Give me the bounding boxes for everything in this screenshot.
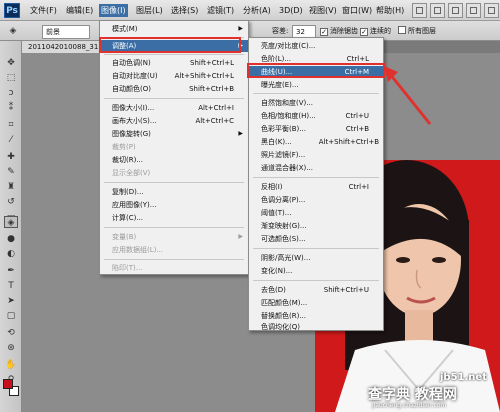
menu-layer[interactable]: 图层(L) (136, 4, 163, 17)
menu-item-photo-filter[interactable]: 照片滤镜(F)... (249, 149, 383, 161)
path-select-icon[interactable]: ➤ (4, 295, 18, 307)
curves-highlight-box (247, 63, 385, 78)
photoshop-logo: Ps (4, 3, 20, 18)
menu-item-brightness-contrast[interactable]: 亮度/对比度(C)... (249, 40, 383, 52)
contiguous-label: 连续的 (370, 27, 391, 35)
foreground-color-swatch[interactable] (3, 379, 13, 389)
menu-bar: Ps 文件(F) 编辑(E) 图像(I) 图层(L) 选择(S) 滤镜(T) 分… (0, 0, 500, 21)
mini-bridge-button[interactable] (430, 3, 445, 18)
magic-wand-icon[interactable]: ⁑ (4, 102, 18, 114)
contiguous-checkbox[interactable]: ✓ 连续的 (360, 25, 391, 37)
lasso-tool-icon[interactable]: ↄ (4, 87, 18, 99)
history-brush-icon[interactable]: ↺ (4, 196, 18, 208)
marquee-tool-icon[interactable]: ⬚ (4, 72, 18, 84)
menu-analysis[interactable]: 分析(A) (243, 4, 271, 17)
menu-item-auto-tone[interactable]: 自动色调(N) Shift+Ctrl+L (100, 57, 248, 69)
bridge-button[interactable] (412, 3, 427, 18)
all-layers-checkbox[interactable]: 所有图层 (398, 25, 436, 37)
menu-item-image-rotation[interactable]: 图像旋转(G) ▶ (100, 128, 248, 140)
menu-image[interactable]: 图像(I) (99, 4, 128, 17)
hand-tool-icon[interactable]: ✋ (4, 359, 18, 371)
menu-file[interactable]: 文件(F) (30, 4, 57, 17)
menu-item-crop: 裁剪(P) (112, 143, 136, 151)
crop-tool-icon[interactable]: ⌗ (4, 119, 18, 131)
menu-item-channel-mixer[interactable]: 通道混合器(X)... (249, 162, 383, 174)
menu-item-vibrance[interactable]: 自然饱和度(V)... (249, 97, 383, 109)
menu-window[interactable]: 窗口(W) (342, 4, 372, 17)
3d-rotate-icon[interactable]: ⟲ (4, 327, 18, 339)
menu-item-trap: 陷印(T)... (112, 264, 143, 272)
checkmark-icon: ✓ (360, 28, 368, 36)
menu-filter[interactable]: 滤镜(T) (207, 4, 234, 17)
menu-item-hue-saturation[interactable]: 色相/饱和度(H)... Ctrl+U (249, 110, 383, 122)
watermark-text: 查字典 教程网 (368, 387, 457, 403)
menu-item-selective-color[interactable]: 可选颜色(S)... (249, 233, 383, 245)
menu-item-invert[interactable]: 反相(I) Ctrl+I (249, 181, 383, 193)
type-tool-icon[interactable]: T (4, 280, 18, 292)
arrange-documents-button[interactable] (466, 3, 481, 18)
shape-tool-icon[interactable]: ▢ (4, 310, 18, 322)
pen-tool-icon[interactable]: ✒ (4, 265, 18, 277)
image-menu: 模式(M) ▶ 调整(A) ▶ 自动色调(N) Shift+Ctrl+L 自动对比度(… (99, 20, 249, 275)
adjustments-highlight-box (99, 37, 241, 53)
tolerance-label: 容差: (272, 27, 289, 35)
antialias-checkbox[interactable]: ✓ 消除锯齿 (320, 25, 358, 37)
menu-select[interactable]: 选择(S) (171, 4, 198, 17)
menu-item-desaturate[interactable]: 去色(D) Shift+Ctrl+U (249, 284, 383, 296)
view-extras-button[interactable] (448, 3, 463, 18)
3d-orbit-icon[interactable]: ⊛ (4, 342, 18, 354)
menu-item-equalize[interactable]: 色调均化(Q) (249, 323, 383, 331)
menu-item-apply-data-set: 应用数据组(L)... (112, 246, 164, 254)
adjustments-submenu: 亮度/对比度(C)... 色阶(L)... Ctrl+L 曲线(U)... Ctrl… (248, 37, 384, 331)
menu-item-posterize[interactable]: 色调分离(P)... (249, 194, 383, 206)
clone-stamp-icon[interactable]: ♜ (4, 181, 18, 193)
menu-view[interactable]: 视图(V) (309, 4, 337, 17)
annotation-arrow-icon (384, 66, 432, 125)
menu-item-replace-color[interactable]: 替换颜色(R)... (249, 310, 383, 322)
checkmark-icon: ✓ (320, 28, 328, 36)
paint-bucket-tool-icon[interactable]: ◈ (4, 216, 18, 228)
menu-item-trim[interactable]: 裁切(R)... (100, 154, 248, 166)
checkbox-icon (398, 26, 406, 34)
paint-bucket-icon[interactable]: ◈ (6, 25, 20, 37)
menu-edit[interactable]: 编辑(E) (66, 4, 93, 17)
all-layers-label: 所有图层 (408, 27, 436, 35)
menu-3d[interactable]: 3D(D) (279, 4, 303, 17)
menu-item-gradient-map[interactable]: 渐变映射(G)... (249, 220, 383, 232)
menu-item-shadows-highlights[interactable]: 阴影/高光(W)... (249, 252, 383, 264)
menu-item-match-color[interactable]: 匹配颜色(M)... (249, 297, 383, 309)
menu-item-mode[interactable]: 模式(M) ▶ (100, 23, 248, 35)
screen-mode-button[interactable] (484, 3, 499, 18)
menu-item-threshold[interactable]: 阈值(T)... (249, 207, 383, 219)
menu-item-auto-color[interactable]: 自动颜色(O) Shift+Ctrl+B (100, 83, 248, 95)
watermark-site: jb51.net (440, 372, 487, 383)
menu-item-apply-image[interactable]: 应用图像(Y)... (100, 199, 248, 211)
toolbox: ✥ ⬚ ↄ ⁑ ⌗ ⁄ ✚ ✎ ♜ ↺ ▭ ◈ ● ◐ ✒ T ➤ ▢ ⟲ ⊛ … (0, 41, 22, 412)
move-tool-icon[interactable]: ✥ (4, 57, 18, 69)
menu-item-reveal-all: 显示全部(V) (112, 169, 151, 177)
antialias-label: 消除锯齿 (330, 27, 358, 35)
menu-item-duplicate[interactable]: 复制(D)... (100, 186, 248, 198)
blur-tool-icon[interactable]: ● (4, 233, 18, 245)
menu-item-auto-contrast[interactable]: 自动对比度(U) Alt+Shift+Ctrl+L (100, 70, 248, 82)
menu-item-variations[interactable]: 变化(N)... (249, 265, 383, 277)
menu-item-variables: 变量(B) ▶ (112, 233, 243, 241)
menu-item-calculations[interactable]: 计算(C)... (100, 212, 248, 224)
menu-item-exposure[interactable]: 曝光度(E)... (249, 79, 383, 91)
fill-source-select[interactable]: 前景 (42, 25, 90, 39)
healing-brush-icon[interactable]: ✚ (4, 151, 18, 163)
eyedropper-icon[interactable]: ⁄ (4, 134, 18, 146)
menu-item-black-white[interactable]: 黑白(K)... Alt+Shift+Ctrl+B (249, 136, 383, 148)
document-tab[interactable]: 2011042010088_3118... (22, 41, 100, 53)
menu-item-canvas-size[interactable]: 画布大小(S)... Alt+Ctrl+C (100, 115, 248, 127)
dodge-tool-icon[interactable]: ◐ (4, 248, 18, 260)
menu-item-color-balance[interactable]: 色彩平衡(B)... Ctrl+B (249, 123, 383, 135)
menu-item-image-size[interactable]: 图像大小(I)... Alt+Ctrl+I (100, 102, 248, 114)
brush-tool-icon[interactable]: ✎ (4, 166, 18, 178)
menu-help[interactable]: 帮助(H) (376, 4, 404, 17)
watermark-sub: jiaocheng.chazidian.com (372, 402, 447, 409)
